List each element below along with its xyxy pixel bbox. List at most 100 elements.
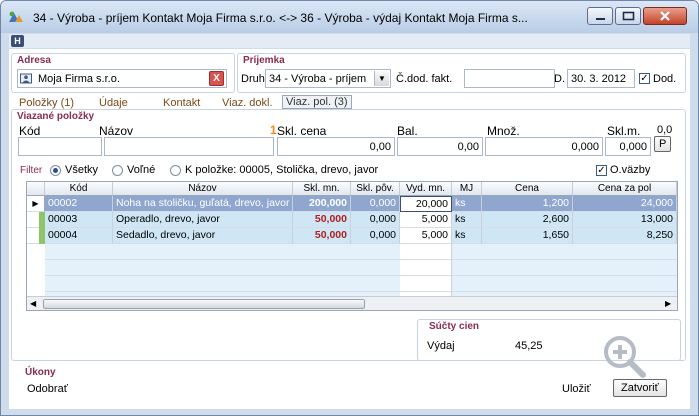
vydaj-value: 45,25	[515, 340, 543, 352]
filter-k-polozke-radio[interactable]	[170, 165, 181, 176]
grid-header-skl-pov[interactable]: Skl. pôv.	[351, 182, 400, 196]
row1-vyd-mn[interactable]: 5,000	[400, 212, 452, 228]
vydaj-label: Výdaj	[427, 340, 455, 352]
adresa-field[interactable]: Moja Firma s.r.o.	[17, 69, 227, 88]
row1-skl-mn: 50,000	[293, 212, 351, 228]
sklm-label: Skl.m.	[607, 124, 641, 138]
row0-nazov: Noha na stoličku, guľatá, drevo, javor	[113, 196, 293, 212]
adresa-value: Moja Firma s.r.o.	[38, 73, 120, 85]
skl-cena-field[interactable]: 0,00	[277, 137, 395, 156]
nazov-field[interactable]	[104, 137, 274, 156]
dod-label: Dod.	[653, 73, 677, 85]
mnoz-label: Množ.	[487, 124, 520, 138]
tab-polozky[interactable]: Položky (1)	[19, 97, 74, 109]
row0-mj: ks	[452, 196, 482, 212]
grid-header-cena-za-pol[interactable]: Cena za pol	[573, 182, 677, 196]
grid-gridlines	[45, 244, 677, 296]
grid-header-kod[interactable]: Kód	[45, 182, 113, 196]
grid-header-skl-mn[interactable]: Skl. mn.	[293, 182, 351, 196]
maximize-button[interactable]	[615, 7, 641, 25]
close-window-button[interactable]	[643, 7, 687, 25]
filter-volne-label[interactable]: Voľné	[127, 164, 155, 176]
grid-header-indicator	[27, 182, 45, 196]
cdod-label: Č.dod. fakt.	[396, 73, 453, 85]
mnoz-value: 0,000	[571, 141, 599, 153]
date-field[interactable]: 30. 3. 2012	[567, 69, 635, 88]
grid-header-cena[interactable]: Cena	[482, 182, 573, 196]
help-button[interactable]: H	[11, 35, 24, 47]
main-panel: Adresa Moja Firma s.r.o. X Príjemka Druh…	[9, 49, 690, 409]
date-label: D.	[554, 73, 565, 85]
ovazby-checkbox[interactable]: ✓	[596, 165, 607, 176]
date-value: 30. 3. 2012	[571, 73, 627, 85]
row1-cena-za-pol: 13,000	[573, 212, 677, 228]
grid-header-vyd-mn[interactable]: Vyd. mn.	[400, 182, 452, 196]
zoom-icon[interactable]	[601, 333, 649, 381]
kod-field[interactable]	[18, 137, 102, 156]
prijemka-section-label: Príjemka	[243, 55, 285, 66]
row2-nazov: Sedadlo, drevo, javor	[113, 228, 293, 244]
sucty-section-label: Súčty cien	[429, 321, 480, 332]
horizontal-scrollbar[interactable]: ◀ ▶	[27, 296, 677, 310]
tab-viaz-dokl[interactable]: Viaz. dokl.	[222, 97, 273, 109]
adresa-section-label: Adresa	[17, 55, 51, 66]
tab-viaz-pol[interactable]: Viaz. pol. (3)	[282, 95, 352, 109]
tab-udaje[interactable]: Údaje	[99, 97, 128, 109]
cdod-field[interactable]	[464, 69, 555, 88]
row0-skl-pov: 0,000	[351, 196, 400, 212]
grid-header-nazov[interactable]: Názov	[113, 182, 293, 196]
nazov-label: Názov	[99, 124, 134, 138]
druh-select[interactable]: 34 - Výroba - príjem ▼	[265, 69, 391, 88]
filter-vsetky-radio[interactable]	[50, 165, 61, 176]
items-grid[interactable]: Kód Názov Skl. mn. Skl. pôv. Vyd. mn. MJ…	[26, 181, 678, 311]
title-bar: 34 - Výroba - príjem Kontakt Moja Firma …	[1, 1, 698, 33]
clear-adresa-button[interactable]: X	[209, 71, 224, 86]
sklm-small-value: 0,0	[657, 124, 673, 136]
bal-label: Bal.	[397, 124, 418, 138]
row1-nazov: Operadlo, drevo, javor	[113, 212, 293, 228]
maximize-icon	[622, 11, 635, 21]
row2-mj: ks	[452, 228, 482, 244]
skl-cena-label: Skl. cena	[277, 124, 327, 138]
row2-skl-pov: 0,000	[351, 228, 400, 244]
row0-vyd-mn[interactable]: 20,000	[400, 196, 452, 212]
row2-vyd-mn[interactable]: 5,000	[400, 228, 452, 244]
row2-skl-mn: 50,000	[293, 228, 351, 244]
row2-cena-za-pol: 8,250	[573, 228, 677, 244]
row2-cena: 1,650	[482, 228, 573, 244]
sklm-field[interactable]: 0,000	[605, 137, 651, 156]
row0-kod: 00002	[45, 196, 113, 212]
ukony-section-label: Úkony	[25, 367, 56, 378]
bal-field[interactable]: 0,00	[397, 137, 483, 156]
bal-value: 0,00	[457, 141, 479, 153]
dod-checkbox[interactable]: ✓	[639, 73, 650, 84]
p-button[interactable]: P	[654, 136, 672, 152]
filter-vsetky-label[interactable]: Všetky	[65, 164, 98, 176]
row1-cena: 2,600	[482, 212, 573, 228]
filter-volne-radio[interactable]	[112, 165, 123, 176]
row0-cena: 1,200	[482, 196, 573, 212]
filter-k-polozke-label[interactable]: K položke: 00005, Stolička, drevo, javor	[185, 164, 378, 176]
odobrat-button[interactable]: Odobrať	[27, 383, 68, 395]
required-marker: 1	[270, 123, 277, 137]
tab-kontakt[interactable]: Kontakt	[163, 97, 200, 109]
scroll-right-icon[interactable]: ▶	[665, 297, 671, 310]
toolbar: H	[9, 34, 690, 48]
clear-icon: X	[213, 73, 220, 84]
sklm-value: 0,000	[619, 141, 647, 153]
p-button-label: P	[659, 138, 667, 150]
mnoz-field[interactable]: 0,000	[485, 137, 603, 156]
zatvorit-button[interactable]: Zatvoriť	[613, 379, 667, 397]
row1-skl-pov: 0,000	[351, 212, 400, 228]
druh-value: 34 - Výroba - príjem	[269, 73, 367, 85]
chevron-down-icon: ▼	[374, 71, 389, 86]
viazane-section-label: Viazané položky	[17, 111, 95, 122]
ulozit-button[interactable]: Uložiť	[562, 383, 591, 395]
grid-header-mj[interactable]: MJ	[452, 182, 482, 196]
row1-mj: ks	[452, 212, 482, 228]
address-book-icon	[20, 73, 32, 84]
minimize-button[interactable]	[587, 7, 613, 25]
scroll-left-icon[interactable]: ◀	[30, 297, 36, 310]
druh-label: Druh	[241, 73, 265, 85]
scrollbar-thumb[interactable]	[43, 299, 365, 309]
